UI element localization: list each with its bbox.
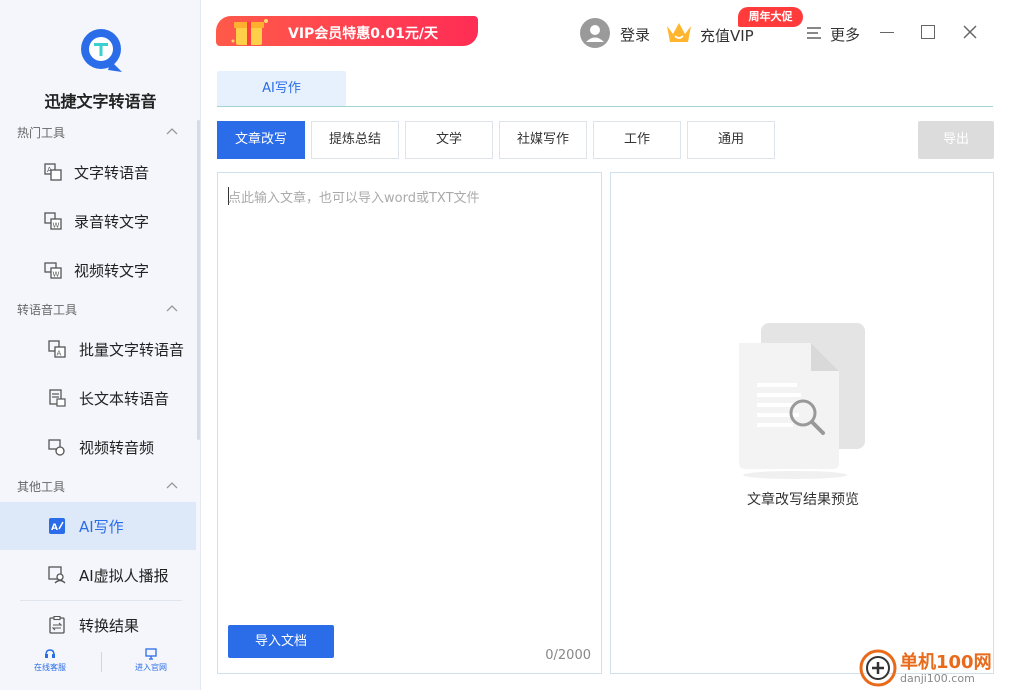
character-counter: 0/2000 <box>545 648 591 663</box>
login-button[interactable]: 登录 <box>620 24 650 45</box>
sidebar-item-video-to-text[interactable]: W 视频转文字 <box>0 246 196 294</box>
watermark-title: 单机100网 <box>900 652 992 673</box>
sidebar-item-label: AI虚拟人播报 <box>79 567 169 585</box>
official-site-label: 进入官网 <box>135 663 167 672</box>
video-to-text-icon: W <box>44 262 62 279</box>
svg-text:A: A <box>51 523 58 533</box>
sidebar-item-text-to-speech[interactable]: A 文字转语音 <box>0 148 196 196</box>
sidebar-item-ai-avatar-broadcast[interactable]: AI虚拟人播报 <box>0 551 196 599</box>
result-preview-panel: 文章改写结果预览 <box>610 172 994 674</box>
sidebar-item-label: 文字转语音 <box>74 164 150 182</box>
category-article-rewrite[interactable]: 文章改写 <box>217 121 305 159</box>
close-icon[interactable] <box>962 24 978 40</box>
category-social-media[interactable]: 社媒写作 <box>499 121 587 159</box>
chevron-up-icon <box>166 128 178 135</box>
long-text-to-speech-icon <box>49 389 66 407</box>
minimize-button[interactable] <box>880 32 894 33</box>
recharge-vip-button[interactable]: 充值VIP <box>700 25 754 46</box>
bottom-divider <box>101 652 102 672</box>
svg-text:A: A <box>57 350 62 358</box>
tab-underline <box>217 106 993 107</box>
maximize-button[interactable] <box>921 25 935 39</box>
section-other-tools[interactable]: 其他工具 <box>17 478 185 498</box>
import-document-button[interactable]: 导入文档 <box>228 625 334 658</box>
sidebar-item-recording-to-text[interactable]: W 录音转文字 <box>0 197 196 245</box>
export-button[interactable]: 导出 <box>918 121 994 159</box>
sidebar-item-label: 录音转文字 <box>74 213 150 231</box>
svg-text:A: A <box>47 166 52 174</box>
sidebar-item-label: 批量文字转语音 <box>79 341 185 359</box>
watermark-logo-icon <box>859 649 897 687</box>
anniversary-badge: 周年大促 <box>738 7 803 27</box>
gift-icon <box>231 19 268 45</box>
section-hot-tools[interactable]: 热门工具 <box>17 124 185 144</box>
sidebar-item-batch-text-to-speech[interactable]: A 批量文字转语音 <box>0 325 196 373</box>
watermark: 单机100网 danji100.com <box>858 646 1010 690</box>
sidebar-scrollbar[interactable] <box>197 120 200 440</box>
headset-icon <box>45 649 55 658</box>
sidebar-item-label: AI写作 <box>79 518 124 536</box>
section-label: 其他工具 <box>17 480 66 494</box>
video-to-audio-icon <box>48 439 65 456</box>
crown-icon[interactable] <box>665 20 693 46</box>
section-speech-tools[interactable]: 转语音工具 <box>17 301 185 321</box>
app-title: 迅捷文字转语音 <box>44 92 157 111</box>
article-input-placeholder[interactable]: 点此输入文章，也可以导入word或TXT文件 <box>228 187 480 206</box>
monitor-icon <box>145 648 157 660</box>
section-label: 转语音工具 <box>17 303 78 317</box>
official-site-link[interactable]: 进入官网 <box>116 648 186 673</box>
chevron-up-icon <box>166 482 178 489</box>
category-general[interactable]: 通用 <box>687 121 775 159</box>
batch-text-to-speech-icon: A <box>48 340 66 358</box>
category-work[interactable]: 工作 <box>593 121 681 159</box>
document-search-illustration <box>739 323 865 479</box>
recording-to-text-icon: W <box>44 212 62 230</box>
ai-writing-icon: A <box>49 518 65 534</box>
vip-promo-banner[interactable]: VIP会员特惠0.01元/天 <box>216 13 486 49</box>
sidebar: 迅捷文字转语音 热门工具 A 文字转语音 W 录音转文字 W 视频转文字 转语音… <box>0 0 201 690</box>
sidebar-item-long-text-to-speech[interactable]: 长文本转语音 <box>0 374 196 422</box>
watermark-url: danji100.com <box>900 672 975 685</box>
online-support-label: 在线客服 <box>34 663 66 672</box>
preview-label: 文章改写结果预览 <box>747 492 859 508</box>
sidebar-item-ai-writing[interactable]: A AI写作 <box>0 502 196 550</box>
article-input-panel[interactable]: 点此输入文章，也可以导入word或TXT文件 导入文档 0/2000 <box>217 172 602 674</box>
tab-ai-writing[interactable]: AI写作 <box>217 71 346 107</box>
avatar-icon[interactable] <box>580 18 610 48</box>
menu-icon[interactable] <box>806 25 822 41</box>
chevron-up-icon <box>166 305 178 312</box>
section-label: 热门工具 <box>17 126 66 140</box>
sidebar-item-video-to-audio[interactable]: 视频转音频 <box>0 423 196 471</box>
more-button[interactable]: 更多 <box>830 24 860 45</box>
app-logo-icon <box>81 29 122 72</box>
text-to-speech-icon: A <box>44 163 62 181</box>
sidebar-item-label: 转换结果 <box>79 617 140 635</box>
svg-text:W: W <box>53 271 60 279</box>
sidebar-item-label: 长文本转语音 <box>79 390 170 408</box>
category-literature[interactable]: 文学 <box>405 121 493 159</box>
sidebar-item-conversion-results[interactable]: 转换结果 <box>0 601 196 649</box>
sidebar-item-label: 视频转文字 <box>74 262 150 280</box>
results-icon <box>49 616 65 634</box>
promo-text: VIP会员特惠0.01元/天 <box>288 26 438 42</box>
ai-avatar-icon <box>48 566 66 584</box>
online-support-link[interactable]: 在线客服 <box>15 648 85 673</box>
svg-text:W: W <box>53 222 60 230</box>
category-summarize[interactable]: 提炼总结 <box>311 121 399 159</box>
sidebar-item-label: 视频转音频 <box>79 439 155 457</box>
